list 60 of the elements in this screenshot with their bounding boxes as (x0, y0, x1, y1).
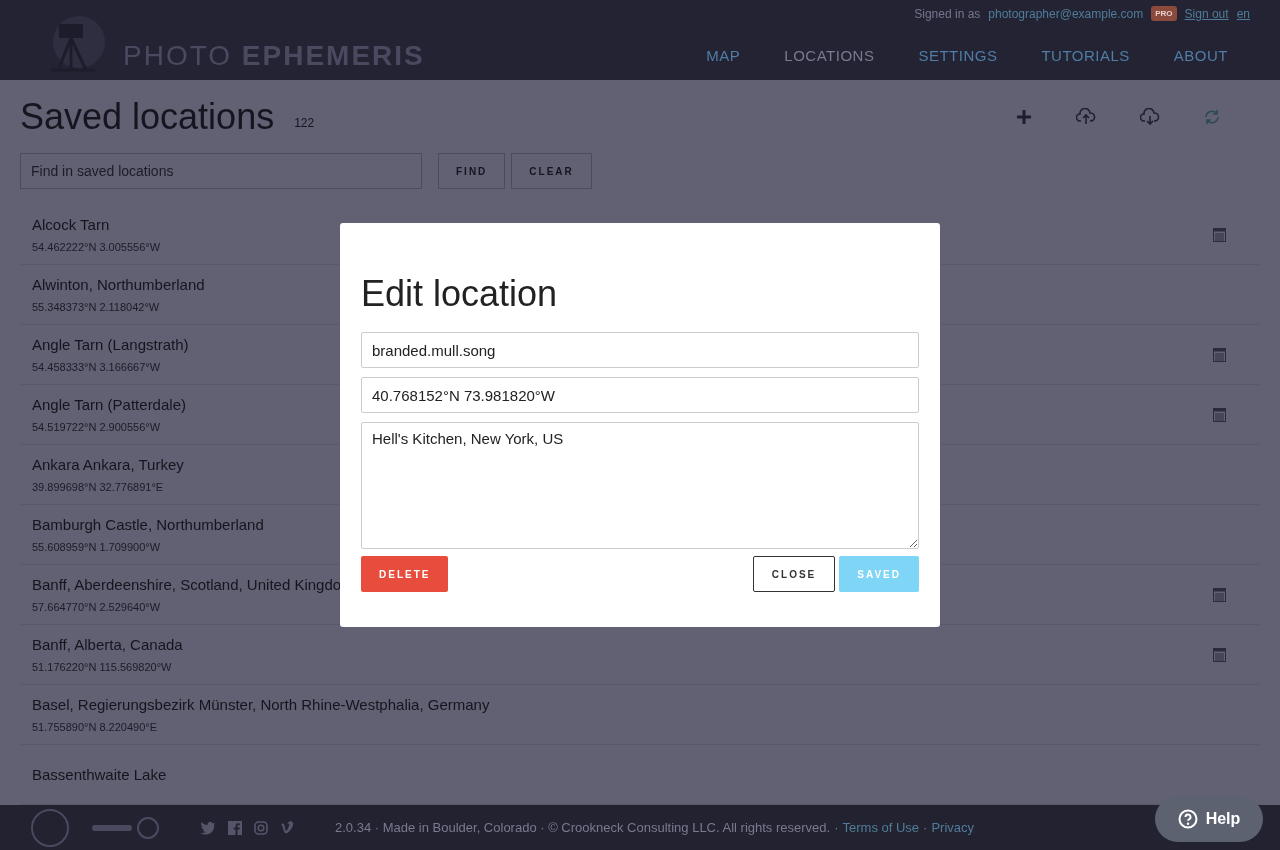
location-coordinates: 39.899698°N 32.776891°E (32, 481, 165, 493)
account-email-link[interactable]: photographer@example.com (988, 6, 1144, 21)
twitter-bird-icon[interactable] (200, 820, 216, 835)
name-input-field[interactable]: branded.mull.song (361, 332, 919, 368)
location-coordinates: 54.462222°N 3.005556°W (32, 241, 161, 253)
add-icon[interactable] (1016, 108, 1032, 125)
location-coordinates: 51.176220°N 115.569820°W (32, 661, 173, 673)
calendar-icon[interactable] (1213, 227, 1226, 242)
location-coordinates: 54.458333°N 3.166667°W (32, 361, 162, 373)
description-text-area[interactable]: Hell's Kitchen, New York, US (361, 422, 919, 549)
signed-in-label: Signed in as (914, 6, 981, 21)
sign-out-link[interactable]: Sign out (1184, 6, 1229, 21)
location-name[interactable]: Angle Tarn (Langstrath) (32, 336, 189, 353)
location-name[interactable]: Alcock Tarn (32, 216, 161, 233)
clear-button[interactable]: CLEAR (511, 153, 592, 189)
location-name[interactable]: Bassenthwaite Lake (32, 766, 167, 783)
location-name[interactable]: Alwinton, Northumberland (32, 276, 205, 293)
location-coordinates: 54.519722°N 2.900556°W (32, 421, 162, 433)
vimeo-icon[interactable] (280, 821, 295, 834)
separator-dot: · (834, 820, 839, 835)
nav-tab[interactable]: LOCATIONS (784, 47, 875, 64)
help-button[interactable]: Help (1155, 796, 1263, 842)
facebook-icon[interactable] (228, 820, 242, 835)
cloud-download-icon[interactable] (1140, 108, 1160, 125)
location-coordinates: 51.755890°N 8.220490°E (32, 721, 158, 733)
location-name[interactable]: Angle Tarn (Patterdale) (32, 396, 186, 413)
calendar-icon[interactable] (1213, 647, 1226, 662)
location-name[interactable]: Banff, Aberdeenshire, Scotland, United Kingdo (32, 576, 342, 593)
dialog-title: Edit location (361, 273, 559, 315)
nav-tab[interactable]: MAP (706, 47, 741, 64)
page-title: Saved locations (20, 95, 275, 138)
location-name[interactable]: Basel, Regierungsbezirk Münster, North Rhine-Westphalia, Germany (32, 696, 490, 713)
question-mark-icon (1177, 809, 1198, 829)
instagram-icon[interactable] (254, 820, 268, 835)
cloud-upload-icon[interactable] (1076, 108, 1096, 125)
refresh-icon[interactable] (1204, 108, 1220, 125)
search-field[interactable]: Find in saved locations (20, 153, 422, 189)
location-name[interactable]: Banff, Alberta, Canada (32, 636, 183, 653)
location-coordinates: 55.608959°N 1.709900°W (32, 541, 162, 553)
language-link[interactable]: en (1236, 6, 1250, 21)
calendar-icon[interactable] (1213, 347, 1226, 362)
delete-button[interactable]: DELETE (361, 556, 449, 592)
location-coordinates: 57.664770°N 2.529640°W (32, 601, 162, 613)
nav-tab[interactable]: TUTORIALS (1041, 47, 1130, 64)
location-coordinates: 55.348373°N 2.118042°W (32, 301, 161, 313)
nav-tab[interactable]: ABOUT (1173, 47, 1228, 64)
location-count: 122 (294, 115, 315, 130)
close-button[interactable]: CLOSE (752, 556, 836, 592)
find-button[interactable]: FIND (438, 153, 506, 189)
calendar-icon[interactable] (1213, 587, 1226, 602)
location-name[interactable]: Ankara Ankara, Turkey (32, 456, 184, 473)
copyright-text: 2.0.34 · Made in Boulder, Colorado · © Crookneck Consulting LLC. All rights reserved. (335, 820, 831, 835)
nav-tab[interactable]: SETTINGS (918, 47, 998, 64)
location-name[interactable]: Bamburgh Castle, Northumberland (32, 516, 264, 533)
privacy-link[interactable]: Privacy (931, 820, 975, 835)
pro-badge: PRO (1151, 6, 1177, 21)
terms-link[interactable]: Terms of Use (842, 820, 920, 835)
coordinates-input-field[interactable]: 40.768152°N 73.981820°W (361, 377, 919, 413)
separator-dot: · (923, 820, 928, 835)
calendar-icon[interactable] (1213, 407, 1226, 422)
